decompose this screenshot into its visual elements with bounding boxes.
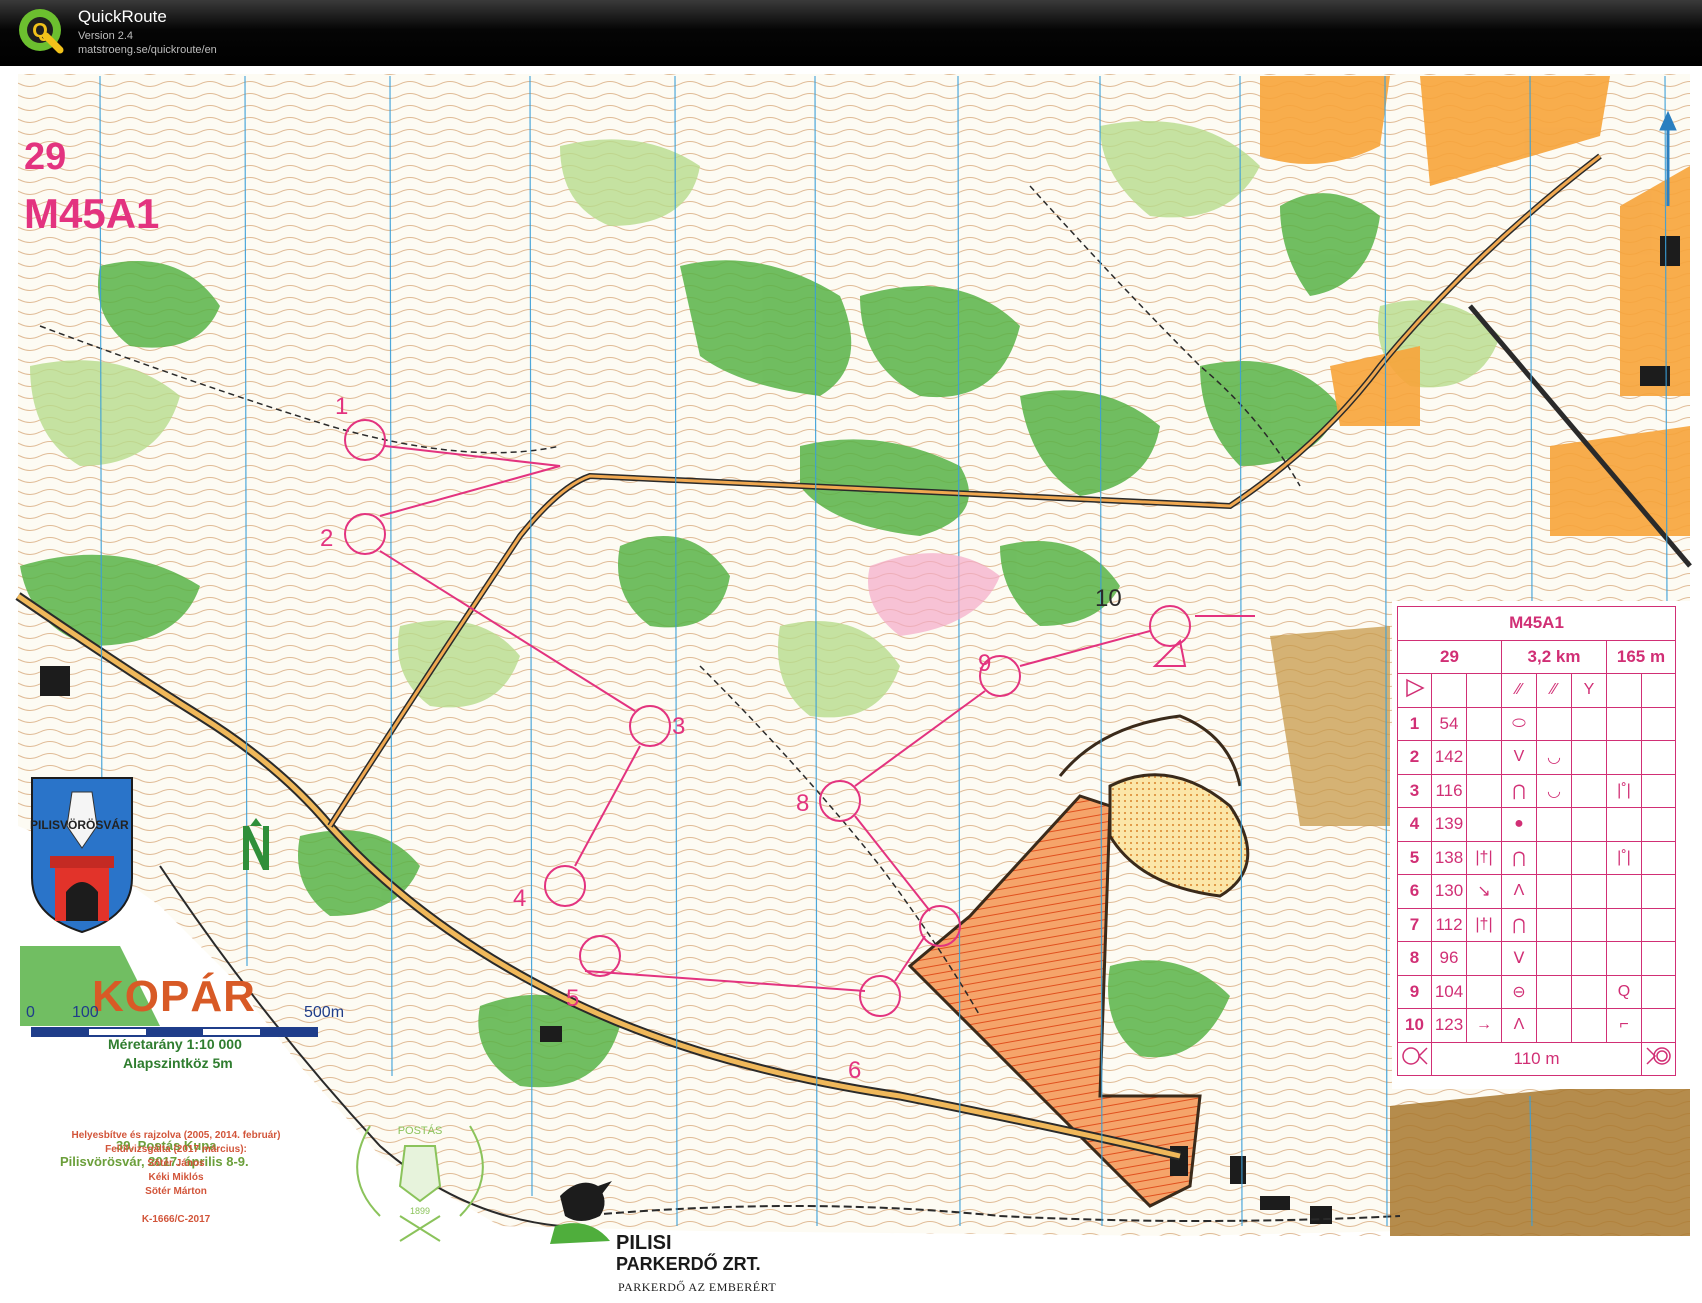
desc-control-row: 10 123 → Λ ⌐ [1397, 1008, 1676, 1043]
app-url[interactable]: matstroeng.se/quickroute/en [78, 44, 217, 56]
postas-logo-text: POSTÁS [398, 1124, 443, 1137]
forestry-name: PILISI [616, 1232, 672, 1254]
diagonal-line-icon: ⁄⁄ [1536, 673, 1572, 708]
course-number: 29 [24, 136, 67, 178]
desc-control-row: 7 112 |†| ⋂ [1397, 907, 1676, 942]
diagonal-line-icon: ⁄⁄ [1501, 673, 1537, 708]
control-label: 3 [672, 713, 685, 740]
logo-letter: Q [32, 20, 48, 42]
control-label: 4 [513, 885, 526, 912]
desc-start-row: ⁄⁄ ⁄⁄ Y [1397, 673, 1676, 708]
control-label: 9 [978, 650, 991, 677]
control-label: 8 [796, 790, 809, 817]
credit-line: Kéki Miklós [148, 1172, 204, 1183]
map-title: KOPÁR [92, 972, 256, 1021]
desc-control-row: 4 139 ● [1397, 807, 1676, 842]
desc-course-number: 29 [1397, 639, 1502, 674]
credit-line: Felülvizsgálta (2017 március): [105, 1144, 247, 1155]
finish-funnel-icon [1397, 1041, 1432, 1076]
control-label: 1 [335, 393, 348, 420]
y-junction-icon: Y [1571, 673, 1607, 708]
credit-line: Sötér János [147, 1158, 205, 1169]
title-bar: Q QuickRoute Version 2.4 matstroeng.se/q… [0, 0, 1702, 66]
control-description-sheet: M45A1 29 3,2 km 165 m ⁄⁄ ⁄⁄ Y 1 54 ⬭ 2 1… [1392, 601, 1690, 1089]
control-label: 6 [848, 1057, 861, 1084]
desc-course-title: M45A1 [1397, 606, 1676, 641]
map-scale: Méretarány 1:10 000 [108, 1036, 242, 1052]
orienteering-map[interactable]: 1 2 3 4 5 6 8 9 10 POSTÁS 1899 29 M45A1 … [0, 66, 1702, 1303]
control-description-table: M45A1 29 3,2 km 165 m ⁄⁄ ⁄⁄ Y 1 54 ⬭ 2 1… [1397, 606, 1676, 1076]
desc-control-row: 5 138 |†| ⋂ |˚| [1397, 840, 1676, 875]
scale-label-100: 100 [72, 1004, 99, 1021]
forestry-slogan: PARKERDŐ AZ EMBERÉRT [618, 1280, 777, 1294]
town-name: PILISVÖRÖSVÁR [30, 818, 129, 832]
desc-finish-row: 110 m [1397, 1041, 1676, 1076]
desc-control-row: 1 54 ⬭ [1397, 706, 1676, 741]
desc-control-row: 8 96 ᐯ [1397, 941, 1676, 976]
desc-course-length: 3,2 km [1501, 639, 1607, 674]
scale-label-0: 0 [26, 1004, 35, 1021]
town-crest-icon [31, 777, 133, 934]
scale-bar [31, 1027, 318, 1037]
desc-control-row: 9 104 ⊖ Q [1397, 974, 1676, 1009]
credit-line: Sötér Márton [145, 1186, 207, 1197]
scale-label-500: 500m [304, 1004, 345, 1021]
forestry-name-2: PARKERDŐ ZRT. [616, 1254, 761, 1274]
app-version: Version 2.4 [78, 30, 134, 42]
desc-finish-distance: 110 m [1431, 1041, 1642, 1076]
control-label: 5 [566, 985, 579, 1012]
desc-control-row: 3 116 ⋂ ◡ |˚| [1397, 773, 1676, 808]
credit-line: Helyesbítve és rajzolva (2005, 2014. feb… [71, 1130, 281, 1141]
contour-interval: Alapszintköz 5m [123, 1055, 233, 1071]
course-name: M45A1 [24, 190, 160, 237]
control-label: 10 [1095, 585, 1122, 612]
finish-circle-icon [1641, 1041, 1676, 1076]
desc-control-row: 6 130 ↘ Λ [1397, 874, 1676, 909]
quickroute-logo-icon: Q [19, 9, 64, 54]
permit-number: K-1666/C-2017 [141, 1214, 211, 1225]
desc-course-climb: 165 m [1606, 639, 1676, 674]
desc-control-row: 2 142 V ◡ [1397, 740, 1676, 775]
control-label: 2 [320, 525, 333, 552]
postas-logo-year: 1899 [410, 1206, 430, 1216]
start-triangle-icon [1397, 673, 1432, 708]
app-title: QuickRoute [78, 7, 167, 26]
